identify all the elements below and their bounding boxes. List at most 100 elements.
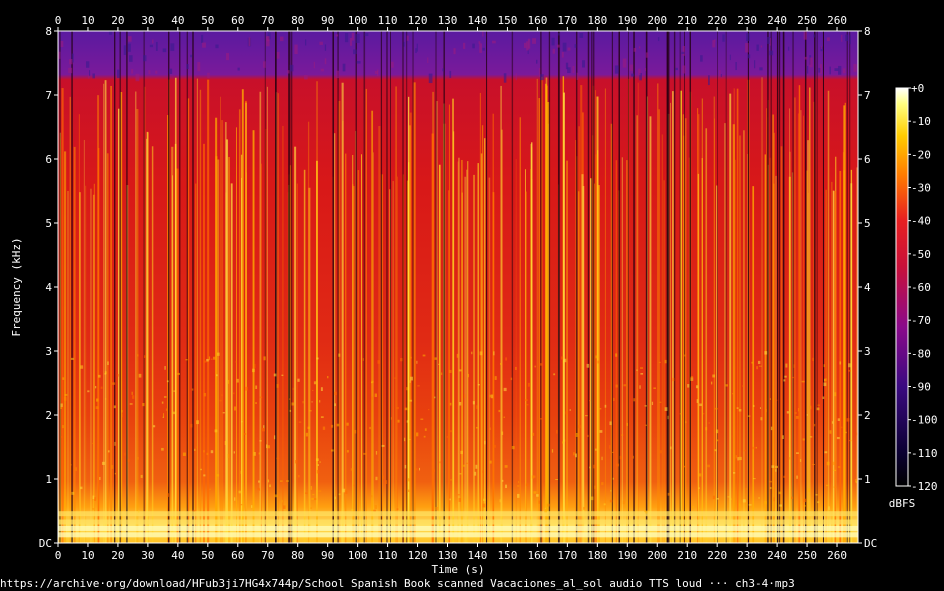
formant-speckle	[609, 499, 613, 503]
formant-speckle	[363, 452, 366, 455]
formant-speckle	[803, 505, 806, 507]
y-tick-right-label: 7	[864, 89, 871, 102]
formant-speckle	[489, 394, 492, 398]
formant-speckle	[840, 426, 843, 429]
formant-speckle	[138, 373, 142, 378]
x-tick-bottom-label: 70	[261, 549, 274, 562]
formant-speckle	[833, 469, 837, 472]
formant-speckle	[138, 510, 140, 513]
formant-speckle	[757, 360, 761, 365]
hf-speckle	[820, 46, 822, 50]
x-tick-top-label: 150	[498, 14, 518, 27]
harmonic-band	[58, 511, 858, 517]
speech-streak	[772, 114, 774, 543]
formant-speckle	[320, 416, 324, 419]
formant-speckle	[456, 353, 459, 358]
hf-speckle	[197, 62, 201, 72]
formant-speckle	[351, 509, 354, 511]
formant-speckle	[826, 461, 830, 466]
formant-speckle	[756, 366, 759, 370]
formant-speckle	[322, 426, 326, 430]
speech-streak	[661, 134, 663, 543]
speech-streak	[566, 160, 568, 543]
formant-speckle	[562, 441, 564, 444]
speech-streak	[217, 159, 220, 543]
formant-speckle	[817, 404, 820, 406]
hf-speckle	[305, 39, 307, 46]
hf-speckle	[304, 74, 308, 80]
formant-speckle	[683, 465, 685, 468]
formant-speckle	[394, 377, 397, 379]
silence-gap	[355, 31, 357, 543]
speech-streak	[361, 154, 362, 543]
hf-speckle	[803, 31, 807, 40]
formant-speckle	[544, 510, 548, 513]
formant-speckle	[302, 401, 304, 404]
speech-streak	[151, 146, 154, 543]
x-tick-top-label: 230	[737, 14, 757, 27]
formant-speckle	[245, 386, 248, 391]
formant-speckle	[475, 426, 478, 429]
speech-streak	[195, 183, 197, 543]
silence-gap	[575, 31, 578, 543]
harmonic-band	[58, 519, 858, 525]
hf-speckle	[287, 70, 290, 74]
formant-speckle	[622, 500, 625, 505]
formant-speckle	[466, 462, 468, 464]
speech-streak	[392, 181, 394, 543]
x-tick-top-label: 210	[677, 14, 697, 27]
hf-speckle	[89, 70, 91, 77]
y-tick-right-label: 3	[864, 345, 871, 358]
speech-streak	[352, 184, 354, 543]
formant-speckle	[816, 407, 820, 411]
speech-streak	[636, 115, 638, 543]
silence-gap	[673, 31, 676, 543]
formant-speckle	[698, 487, 700, 490]
formant-speckle	[458, 498, 461, 502]
hf-speckle	[428, 73, 433, 84]
formant-speckle	[758, 365, 762, 367]
speech-streak	[688, 157, 690, 543]
speech-streak	[544, 83, 548, 543]
speech-streak	[171, 146, 174, 543]
formant-speckle	[604, 404, 607, 408]
hf-speckle	[538, 68, 541, 77]
colorbar-tick-label: -40	[911, 215, 931, 228]
formant-speckle	[172, 411, 176, 415]
speech-streak	[658, 109, 660, 543]
formant-speckle	[834, 392, 837, 397]
hf-speckle	[492, 40, 496, 44]
formant-speckle	[467, 373, 470, 378]
formant-speckle	[428, 409, 430, 411]
speech-streak	[69, 96, 71, 543]
hf-speckle	[170, 43, 175, 51]
formant-speckle	[382, 475, 385, 479]
formant-speckle	[98, 374, 101, 378]
hf-speckle	[644, 68, 647, 71]
formant-speckle	[770, 426, 773, 431]
hf-speckle	[787, 46, 790, 51]
formant-speckle	[416, 432, 419, 437]
hf-speckle	[364, 33, 369, 37]
formant-speckle	[298, 475, 300, 478]
x-tick-bottom-label: 80	[291, 549, 304, 562]
formant-speckle	[191, 388, 194, 391]
speech-streak	[775, 175, 777, 543]
formant-speckle	[503, 387, 507, 392]
harmonic-band	[58, 532, 858, 538]
speech-streak	[176, 168, 179, 543]
speech-streak	[764, 154, 766, 543]
formant-speckle	[258, 488, 261, 491]
hf-speckle	[567, 47, 571, 51]
hf-speckle	[376, 69, 379, 76]
formant-speckle	[315, 458, 319, 462]
speech-streak	[477, 163, 479, 543]
formant-speckle	[129, 403, 133, 405]
hf-speckle	[834, 68, 839, 71]
formant-speckle	[621, 434, 624, 436]
formant-speckle	[234, 497, 236, 501]
formant-speckle	[575, 453, 577, 458]
formant-speckle	[809, 436, 813, 438]
harmonic-band	[58, 525, 858, 531]
silence-gap	[689, 31, 691, 543]
